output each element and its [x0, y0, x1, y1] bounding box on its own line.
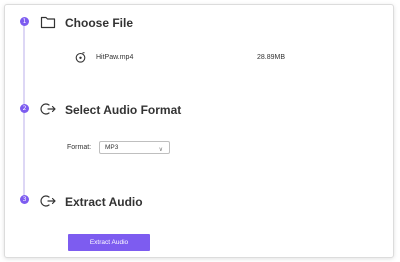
step-3-badge: 3: [20, 195, 29, 204]
format-select[interactable]: MP3 ∨: [99, 141, 170, 154]
folder-icon: [40, 16, 56, 29]
export-arrow-icon: [40, 195, 56, 207]
format-selected-value: MP3: [105, 144, 119, 151]
file-size: 28.89MB: [257, 54, 286, 61]
chevron-down-icon: ∨: [158, 147, 163, 153]
step-2-title: Select Audio Format: [65, 103, 182, 117]
extract-audio-panel: [4, 4, 394, 258]
format-label: Format:: [67, 144, 92, 151]
step-3-title: Extract Audio: [65, 195, 143, 209]
export-arrow-icon: [40, 103, 56, 115]
step-1-title: Choose File: [65, 16, 134, 30]
step-1-badge: 1: [20, 17, 29, 26]
file-name: HitPaw.mp4: [96, 54, 134, 61]
step-2-badge: 2: [20, 104, 29, 113]
extract-audio-button[interactable]: Extract Audio: [68, 234, 150, 251]
media-disc-icon: [75, 52, 86, 63]
